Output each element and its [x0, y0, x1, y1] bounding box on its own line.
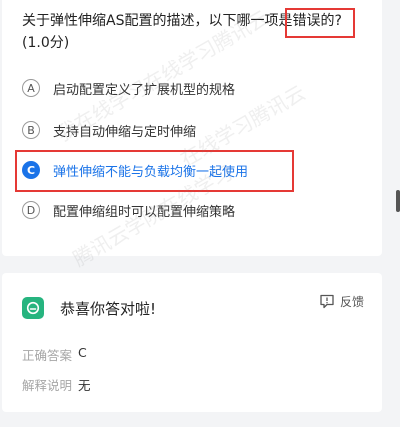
- scrollbar-thumb[interactable]: [396, 190, 400, 212]
- explanation-row: 解释说明 无: [22, 375, 91, 394]
- feedback-label: 反馈: [339, 295, 364, 309]
- option-d-radio[interactable]: D: [22, 201, 40, 219]
- annotation-highlight-box: [285, 8, 355, 38]
- option-b-label: 支持自动伸缩与定时伸缩: [53, 124, 197, 140]
- explanation-label: 解释说明: [22, 378, 73, 393]
- option-a-label: 启动配置定义了扩展机型的规格: [53, 82, 236, 98]
- option-a[interactable]: A 启动配置定义了扩展机型的规格: [22, 76, 235, 100]
- correct-answer-label: 正确答案: [22, 348, 73, 363]
- result-header: 恭喜你答对啦!: [22, 297, 156, 319]
- option-b-radio[interactable]: B: [22, 121, 40, 139]
- annotation-selected-box: [15, 150, 294, 192]
- feedback-button[interactable]: 反馈: [319, 293, 364, 310]
- option-d-label: 配置伸缩组时可以配置伸缩策略: [53, 204, 236, 220]
- correct-answer-row: 正确答案 C: [22, 345, 87, 364]
- result-card: 恭喜你答对啦! 反馈 正确答案 C 解释说明 无: [2, 273, 382, 412]
- correct-answer-value: C: [78, 345, 87, 360]
- option-d[interactable]: D 配置伸缩组时可以配置伸缩策略: [22, 198, 235, 222]
- option-a-radio[interactable]: A: [22, 79, 40, 97]
- question-card: 关于弹性伸缩AS配置的描述，以下哪一项是错误的?(1.0分) A 启动配置定义了…: [2, 0, 382, 271]
- chat-bubble-icon: [22, 297, 44, 319]
- explanation-value: 无: [78, 378, 91, 393]
- feedback-icon: [320, 294, 334, 309]
- result-title: 恭喜你答对啦!: [60, 299, 157, 318]
- option-b[interactable]: B 支持自动伸缩与定时伸缩: [22, 118, 196, 142]
